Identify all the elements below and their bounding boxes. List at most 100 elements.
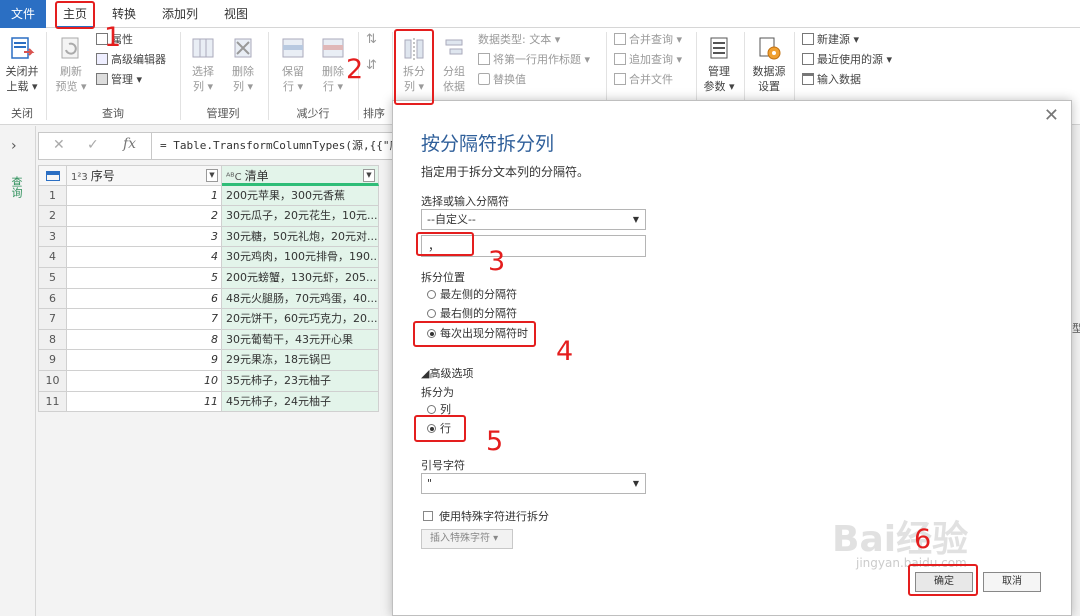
remove-columns-button[interactable]: 删除 列 ▾ [224, 34, 262, 94]
radio-rightmost[interactable]: 最右侧的分隔符 [427, 307, 517, 321]
manage-parameters-button[interactable]: 管理 参数 ▾ [700, 34, 738, 94]
formula-bar: ✕ ✓ fx = Table.TransformColumnTypes(源,{{… [38, 132, 398, 160]
cell-list[interactable]: 29元果冻，18元锅巴 [222, 350, 379, 371]
table-row[interactable]: 10 10 35元柿子，23元柚子 [38, 371, 379, 392]
column-header-num[interactable]: 1²3 序号 ▼ [67, 165, 222, 186]
row-index[interactable]: 2 [38, 206, 67, 227]
filter-dropdown-icon[interactable]: ▼ [363, 169, 375, 182]
cell-list[interactable]: 30元鸡肉，100元排骨，190... [222, 247, 379, 268]
menu-view[interactable]: 视图 [218, 0, 254, 28]
cell-num[interactable]: 2 [67, 206, 222, 227]
cancel-formula-icon[interactable]: ✕ [53, 137, 65, 153]
row-index[interactable]: 1 [38, 185, 67, 207]
queries-pane[interactable]: › 查询 [0, 126, 36, 616]
first-row-header-label: 将第一行用作标题 [493, 53, 581, 66]
delimiter-select[interactable]: --自定义-- ▼ [421, 209, 646, 230]
append-queries-button[interactable]: 追加查询 ▾ [614, 52, 682, 68]
cell-list[interactable]: 48元火腿肠，70元鸡蛋，40... [222, 288, 379, 310]
choose-columns-button[interactable]: 选择 列 ▾ [184, 34, 222, 94]
first-row-header-button[interactable]: 将第一行用作标题 ▾ [478, 52, 590, 68]
cell-num[interactable]: 11 [67, 391, 222, 413]
choose-columns-label2: 列 [192, 80, 204, 93]
row-index[interactable]: 4 [38, 247, 67, 268]
new-source-button[interactable]: 新建源 ▾ [802, 32, 859, 48]
row-index[interactable]: 10 [38, 371, 67, 392]
cell-num[interactable]: 3 [67, 226, 222, 248]
cell-num[interactable]: 5 [67, 268, 222, 289]
table-row[interactable]: 7 7 20元饼干，60元巧克力，20... [38, 309, 379, 330]
cell-num[interactable]: 8 [67, 329, 222, 351]
dialog-subtitle: 指定用于拆分文本列的分隔符。 [421, 165, 590, 179]
cell-list[interactable]: 30元糖，50元礼炮，20元对... [222, 226, 379, 248]
cell-list[interactable]: 45元柿子，24元柚子 [222, 391, 379, 413]
close-load-button[interactable]: 关闭并 上载 ▾ [2, 34, 42, 94]
sort-descending-icon[interactable]: ⇵ [366, 58, 377, 74]
manage-button[interactable]: 管理 ▾ [96, 72, 142, 88]
sort-ascending-icon[interactable]: ⇅ [366, 32, 377, 48]
cell-num[interactable]: 10 [67, 371, 222, 392]
combine-files-icon [614, 73, 626, 85]
cell-num[interactable]: 7 [67, 309, 222, 330]
column-header-list[interactable]: ᴬᴮC 清单 ▼ [222, 165, 379, 186]
annotation-number-4: 4 [556, 336, 574, 367]
table-row[interactable]: 8 8 30元葡萄干，43元开心果 [38, 329, 379, 351]
recent-sources-button[interactable]: 最近使用的源 ▾ [802, 52, 892, 68]
row-index[interactable]: 5 [38, 268, 67, 289]
annotation-number-6: 6 [914, 524, 932, 555]
cell-list[interactable]: 200元苹果，300元香蕉 [222, 185, 379, 207]
insert-special-char-button[interactable]: 插入特殊字符 ▾ [421, 529, 513, 549]
table-row[interactable]: 4 4 30元鸡肉，100元排骨，190... [38, 247, 379, 268]
table-menu-icon[interactable] [38, 165, 67, 186]
row-index[interactable]: 8 [38, 329, 67, 351]
cell-list[interactable]: 200元螃蟹，130元虾，205... [222, 268, 379, 289]
combine-files-button[interactable]: 合并文件 [614, 72, 673, 88]
advanced-options-label: 高级选项 [429, 367, 474, 380]
cell-list[interactable]: 35元柿子，23元柚子 [222, 371, 379, 392]
text-type-icon[interactable]: ᴬᴮC [226, 172, 242, 183]
special-chars-checkbox[interactable]: 使用特殊字符进行拆分 [423, 508, 549, 524]
cell-list[interactable]: 30元瓜子，20元花生，10元... [222, 206, 379, 227]
cell-list[interactable]: 30元葡萄干，43元开心果 [222, 329, 379, 351]
menu-file[interactable]: 文件 [0, 0, 46, 28]
data-type-dropdown[interactable]: 数据类型: 文本 ▾ [478, 32, 560, 48]
row-index[interactable]: 3 [38, 226, 67, 248]
cell-num[interactable]: 9 [67, 350, 222, 371]
table-row[interactable]: 6 6 48元火腿肠，70元鸡蛋，40... [38, 288, 379, 310]
menu-add-column[interactable]: 添加列 [156, 0, 204, 28]
enter-data-button[interactable]: 输入数据 [802, 72, 861, 88]
row-index[interactable]: 6 [38, 288, 67, 310]
close-icon[interactable]: ✕ [1044, 105, 1059, 126]
keep-rows-button[interactable]: 保留 行 ▾ [274, 34, 312, 94]
table-row[interactable]: 11 11 45元柿子，24元柚子 [38, 391, 379, 413]
data-source-settings-button[interactable]: 数据源 设置 [748, 34, 790, 94]
merge-queries-button[interactable]: 合并查询 ▾ [614, 32, 682, 48]
chevron-right-icon[interactable]: › [11, 138, 17, 154]
confirm-formula-icon[interactable]: ✓ [87, 137, 99, 153]
refresh-preview-button[interactable]: 刷新 预览 ▾ [52, 34, 90, 94]
cancel-button[interactable]: 取消 [983, 572, 1041, 592]
formula-input[interactable]: = Table.TransformColumnTypes(源,{{"序 [151, 133, 397, 159]
row-index[interactable]: 9 [38, 350, 67, 371]
table-row[interactable]: 2 2 30元瓜子，20元花生，10元... [38, 206, 379, 227]
quote-char-select[interactable]: " ▼ [421, 473, 646, 494]
cell-num[interactable]: 1 [67, 185, 222, 207]
advanced-options-toggle[interactable]: ◢高级选项 [421, 365, 473, 381]
table-row[interactable]: 1 1 200元苹果，300元香蕉 [38, 185, 379, 207]
row-index[interactable]: 11 [38, 391, 67, 413]
advanced-editor-button[interactable]: 高级编辑器 [96, 52, 166, 68]
split-column-dialog: ✕ 按分隔符拆分列 指定用于拆分文本列的分隔符。 选择或输入分隔符 --自定义-… [392, 100, 1072, 616]
table-row[interactable]: 9 9 29元果冻，18元锅巴 [38, 350, 379, 371]
cell-num[interactable]: 4 [67, 247, 222, 268]
number-type-icon[interactable]: 1²3 [71, 172, 88, 183]
group-by-button[interactable]: 分组 依据 [436, 34, 472, 94]
cell-num[interactable]: 6 [67, 288, 222, 310]
fx-icon: fx [123, 136, 137, 152]
radio-leftmost[interactable]: 最左侧的分隔符 [427, 288, 517, 302]
special-chars-label: 使用特殊字符进行拆分 [439, 510, 549, 523]
table-row[interactable]: 5 5 200元螃蟹，130元虾，205... [38, 268, 379, 289]
replace-values-button[interactable]: 替换值 [478, 72, 526, 88]
filter-dropdown-icon[interactable]: ▼ [206, 169, 218, 182]
row-index[interactable]: 7 [38, 309, 67, 330]
cell-list[interactable]: 20元饼干，60元巧克力，20... [222, 309, 379, 330]
table-row[interactable]: 3 3 30元糖，50元礼炮，20元对... [38, 226, 379, 248]
